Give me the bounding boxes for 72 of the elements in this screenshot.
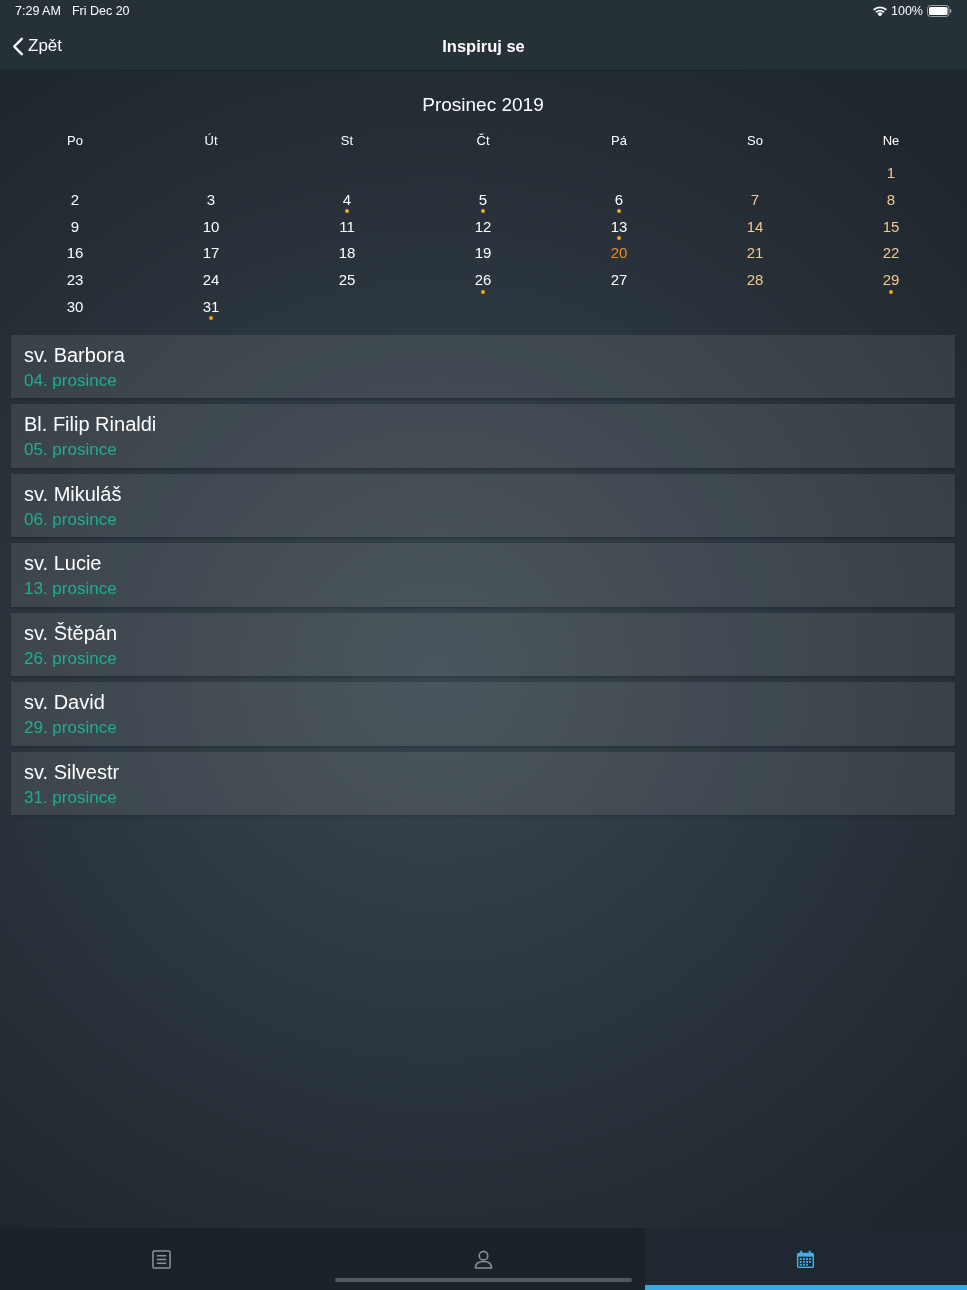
event-date: 26. prosince [24,647,117,670]
event-card[interactable]: sv. Štěpán 26. prosince [11,612,955,677]
event-name: sv. Štěpán [24,620,118,645]
calendar-day[interactable]: 1 [886,164,896,182]
calendar-day[interactable]: 14 [746,217,764,236]
person-icon [474,1249,493,1269]
calendar-day[interactable]: 22 [882,244,900,263]
status-time: 7:29 AM [15,4,61,18]
event-card[interactable]: sv. Barbora 04. prosince [11,334,955,399]
event-name: Bl. Filip Rinaldi [24,412,157,437]
battery-percentage: 100% [891,4,923,18]
calendar-day[interactable]: 6 [614,190,624,209]
calendar-day[interactable]: 18 [338,244,356,263]
weekday-label: Po [67,132,83,150]
weekday-label: Út [204,132,218,150]
calendar-day[interactable]: 28 [746,271,764,290]
calendar-day[interactable]: 16 [66,244,84,263]
calendar-day[interactable]: 19 [474,244,492,263]
event-date: 04. prosince [24,369,117,392]
calendar-day[interactable]: 3 [206,190,216,209]
event-card[interactable]: sv. Mikuláš 06. prosince [11,473,955,538]
calendar-day[interactable]: 29 [882,271,900,290]
calendar-day[interactable]: 2 [70,190,80,209]
tab-bar-item[interactable] [644,1228,967,1290]
battery-icon [927,5,952,17]
calendar-day[interactable]: 20 [610,244,628,263]
calendar-day[interactable]: 15 [882,217,900,236]
calendar-day[interactable]: 10 [202,217,220,236]
calendar-day[interactable]: 13 [610,217,628,236]
event-name: sv. Silvestr [24,759,120,784]
weekday-label: Ne [882,132,900,150]
event-name: sv. Lucie [24,551,102,576]
event-name: sv. Mikuláš [24,481,122,506]
calendar-day[interactable]: 31 [202,298,220,316]
weekday-label: Pá [611,132,627,150]
calendar-day[interactable]: 11 [339,217,355,236]
calendar-day[interactable]: 27 [610,271,628,290]
event-name: sv. David [24,690,105,715]
event-name: sv. Barbora [24,342,125,367]
event-card[interactable]: sv. Silvestr 31. prosince [11,751,955,816]
list-icon [151,1249,171,1269]
calendar-day[interactable]: 12 [474,217,492,236]
event-card[interactable]: sv. Lucie 13. prosince [11,543,955,607]
calendar-day[interactable]: 21 [746,244,764,263]
calendar-day[interactable]: 7 [750,190,760,209]
chevron-left-icon [12,36,24,56]
calendar-day[interactable]: 24 [202,271,220,290]
month-title: Prosinec 2019 [422,93,544,117]
status-date: Fri Dec 20 [71,4,130,18]
event-date: 13. prosince [24,578,117,601]
calendar-day[interactable]: 23 [66,271,84,290]
calendar-day[interactable]: 5 [478,190,488,209]
calendar-day[interactable]: 17 [202,244,220,263]
event-date: 29. prosince [24,717,117,740]
event-card[interactable]: Bl. Filip Rinaldi 05. prosince [11,404,955,468]
back-button[interactable]: Zpět [10,34,65,58]
calendar-day[interactable]: 9 [70,217,80,236]
calendar-day[interactable]: 4 [342,190,352,209]
calendar-day[interactable]: 25 [338,271,356,290]
weekday-label: St [340,132,354,150]
weekday-label: So [747,132,763,150]
calendar-day[interactable]: 30 [66,298,84,316]
event-card[interactable]: sv. David 29. prosince [11,682,955,746]
calendar-day[interactable]: 26 [474,271,492,290]
event-date: 05. prosince [24,439,117,462]
calendar-day[interactable]: 8 [886,190,896,209]
calendar-icon [796,1249,816,1269]
event-date: 06. prosince [24,508,117,531]
wifi-icon [873,5,887,17]
screen-title: Inspiruj se [442,36,525,56]
weekday-label: Čt [476,132,490,150]
event-date: 31. prosince [24,786,117,809]
